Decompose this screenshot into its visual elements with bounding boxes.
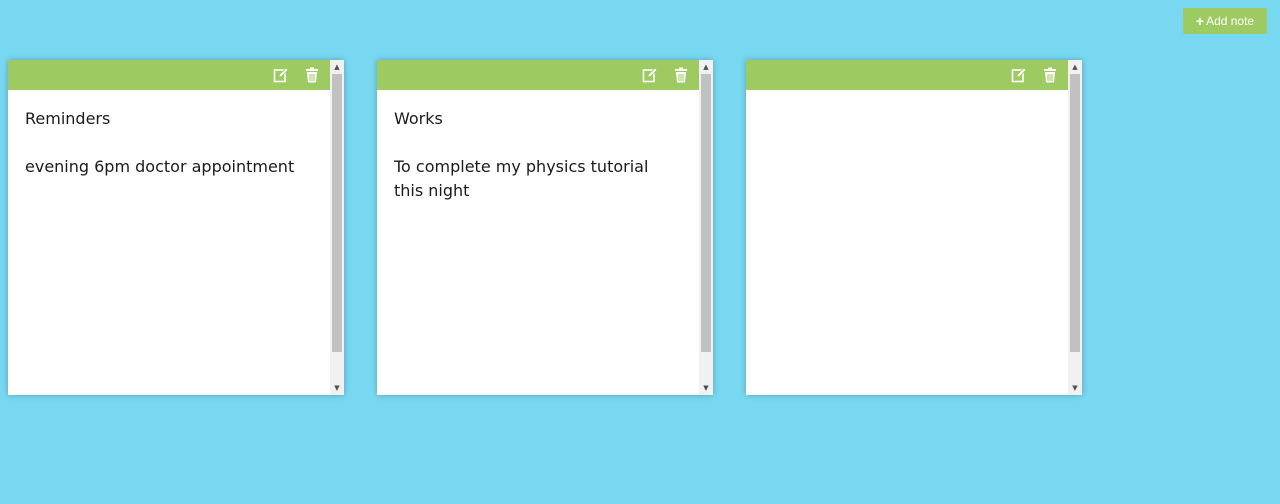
sticky-note: ▲ ▼ — [746, 60, 1082, 395]
trash-icon[interactable] — [673, 67, 689, 83]
scroll-down-arrow-icon[interactable]: ▼ — [699, 381, 713, 395]
scroll-down-arrow-icon[interactable]: ▼ — [330, 381, 344, 395]
note-header — [8, 60, 330, 90]
edit-icon[interactable] — [273, 67, 289, 83]
add-note-button[interactable]: + Add note — [1183, 8, 1267, 34]
scroll-up-arrow-icon[interactable]: ▲ — [1068, 60, 1082, 74]
scrollbar[interactable]: ▲ ▼ — [1068, 60, 1082, 395]
trash-icon[interactable] — [304, 67, 320, 83]
scroll-down-arrow-icon[interactable]: ▼ — [1068, 381, 1082, 395]
edit-icon[interactable] — [1011, 67, 1027, 83]
note-text[interactable] — [746, 90, 1068, 395]
edit-icon[interactable] — [642, 67, 658, 83]
plus-icon: + — [1195, 13, 1205, 29]
add-note-label: Add note — [1206, 14, 1255, 28]
scrollbar[interactable]: ▲ ▼ — [699, 60, 713, 395]
note-text[interactable]: Works To complete my physics tutorial th… — [377, 90, 699, 395]
scroll-thumb[interactable] — [332, 74, 342, 352]
sticky-note: Works To complete my physics tutorial th… — [377, 60, 713, 395]
scroll-thumb[interactable] — [1070, 74, 1080, 352]
sticky-note: Reminders evening 6pm doctor appointment… — [8, 60, 344, 395]
scroll-thumb[interactable] — [701, 74, 711, 352]
note-header — [377, 60, 699, 90]
note-header — [746, 60, 1068, 90]
trash-icon[interactable] — [1042, 67, 1058, 83]
scroll-up-arrow-icon[interactable]: ▲ — [330, 60, 344, 74]
scroll-up-arrow-icon[interactable]: ▲ — [699, 60, 713, 74]
scrollbar[interactable]: ▲ ▼ — [330, 60, 344, 395]
note-text[interactable]: Reminders evening 6pm doctor appointment — [8, 90, 330, 395]
